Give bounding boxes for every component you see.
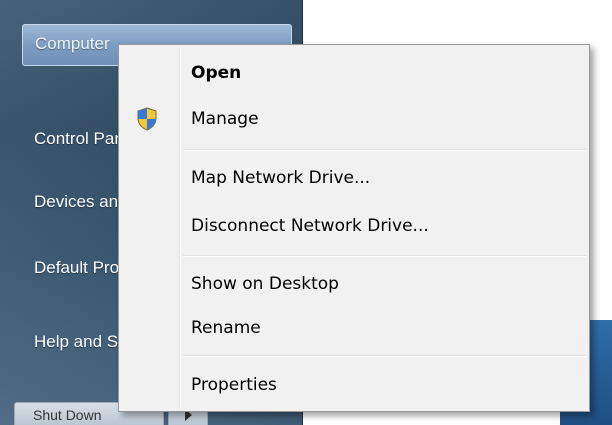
context-item-properties[interactable]: Properties — [191, 367, 277, 403]
context-item-rename[interactable]: Rename — [191, 310, 261, 346]
context-menu-separator — [183, 149, 586, 151]
context-item-disconnect-network-drive[interactable]: Disconnect Network Drive... — [191, 208, 429, 244]
context-item-manage[interactable]: Manage — [191, 101, 259, 137]
context-item-show-on-desktop[interactable]: Show on Desktop — [191, 266, 339, 302]
screen: Computer Control Panel Devices and Print… — [0, 0, 612, 425]
context-item-open[interactable]: Open — [191, 55, 241, 91]
start-item-label: Computer — [35, 34, 110, 53]
context-item-map-network-drive[interactable]: Map Network Drive... — [191, 160, 370, 196]
context-menu-separator — [183, 355, 586, 357]
context-menu-icon-gutter — [179, 48, 181, 408]
context-menu-separator — [183, 255, 586, 257]
uac-shield-icon — [137, 107, 157, 131]
shutdown-label: Shut Down — [33, 407, 102, 423]
context-menu: Open Manage Map Network Drive... Disconn… — [118, 44, 590, 412]
